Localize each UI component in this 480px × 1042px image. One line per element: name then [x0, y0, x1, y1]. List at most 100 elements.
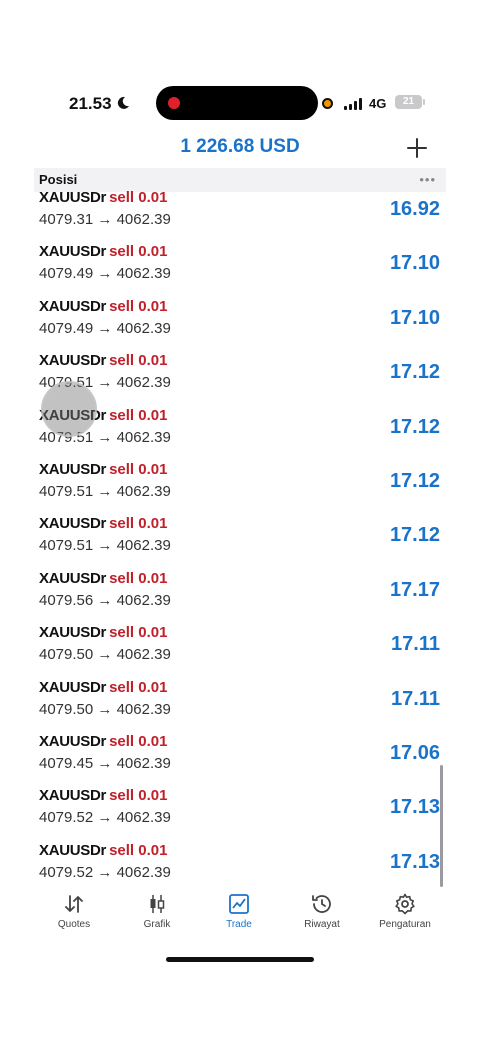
- arrow-icon: →: [97, 483, 113, 500]
- position-volume: 0.01: [138, 352, 168, 370]
- position-symbol: XAUUSDr: [39, 624, 107, 642]
- arrow-icon: →: [97, 319, 113, 337]
- more-dots-icon[interactable]: •••: [419, 172, 436, 187]
- position-side: sell: [109, 352, 135, 370]
- position-volume: 0.01: [138, 624, 168, 642]
- position-profit: 17.13: [389, 796, 440, 819]
- current-price: 4062.39: [116, 374, 171, 392]
- position-symbol: XAUUSDr: [39, 569, 107, 587]
- moon-icon: [117, 96, 129, 109]
- arrow-icon: →: [97, 265, 113, 283]
- position-title: XAUUSDr sell 0.01: [39, 733, 167, 750]
- position-prices: 4079.45 → 4062.39: [39, 755, 171, 772]
- position-symbol: XAUUSDr: [39, 733, 107, 750]
- arrow-icon: →: [97, 863, 113, 881]
- position-prices: 4079.52 → 4062.39: [39, 809, 171, 826]
- tab-quotes[interactable]: Quotes: [34, 892, 114, 930]
- current-price: 4062.39: [116, 537, 171, 555]
- current-price: 4062.39: [116, 428, 171, 446]
- position-prices: 4079.49 → 4062.39: [39, 320, 171, 337]
- open-price: 4079.49: [39, 265, 94, 283]
- quotes-arrows-icon: [65, 895, 83, 913]
- position-side: sell: [109, 515, 135, 533]
- tab-trade[interactable]: Trade: [199, 892, 279, 930]
- tab-pengaturan[interactable]: Pengaturan: [365, 892, 445, 930]
- current-price: 4062.39: [116, 646, 171, 664]
- position-row[interactable]: XAUUSDr sell 0.01 4079.52 → 4062.39 17.13: [0, 787, 480, 841]
- position-side: sell: [109, 678, 135, 696]
- position-volume: 0.01: [138, 787, 168, 805]
- position-title: XAUUSDr sell 0.01: [39, 298, 167, 315]
- arrow-icon: →: [97, 537, 113, 555]
- open-price: 4079.51: [39, 537, 94, 555]
- current-price: 4062.39: [116, 319, 171, 337]
- position-row[interactable]: XAUUSDr sell 0.01 4079.52 → 4062.39 17.13: [0, 842, 480, 885]
- position-profit: 17.12: [389, 361, 440, 384]
- open-price: 4079.31: [39, 211, 94, 228]
- tab-riwayat[interactable]: Riwayat: [282, 892, 362, 930]
- position-profit: 17.10: [389, 252, 440, 275]
- position-title: XAUUSDr sell 0.01: [39, 243, 167, 260]
- position-profit: 17.11: [391, 687, 440, 710]
- position-profit: 17.06: [389, 742, 440, 764]
- recording-dot-icon: [168, 97, 180, 109]
- position-side: sell: [109, 569, 135, 587]
- position-prices: 4079.50 → 4062.39: [39, 646, 171, 663]
- position-volume: 0.01: [138, 678, 168, 696]
- scrollbar[interactable]: [440, 765, 443, 887]
- position-prices: 4079.31 → 4062.39: [39, 211, 171, 228]
- open-price: 4079.50: [39, 700, 94, 718]
- position-volume: 0.01: [138, 733, 168, 750]
- arrow-icon: →: [97, 809, 113, 827]
- tab-label: Riwayat: [304, 919, 340, 930]
- arrow-icon: →: [97, 646, 113, 664]
- position-side: sell: [109, 461, 135, 478]
- candlestick-icon: [150, 895, 165, 913]
- history-clock-icon: [312, 895, 331, 913]
- position-symbol: XAUUSDr: [39, 515, 107, 533]
- position-prices: 4079.52 → 4062.39: [39, 864, 171, 881]
- position-profit: 17.12: [389, 415, 440, 438]
- position-title: XAUUSDr sell 0.01: [39, 515, 167, 532]
- positions-list[interactable]: XAUUSDr sell 0.01 4079.31 → 4062.39 16.92 XA…: [0, 189, 480, 885]
- battery-icon: 21: [395, 95, 422, 109]
- position-profit: 17.10: [389, 306, 440, 329]
- position-volume: 0.01: [138, 243, 168, 261]
- position-row[interactable]: XAUUSDr sell 0.01 4079.50 → 4062.39 17.11: [0, 624, 480, 678]
- open-price: 4079.56: [39, 591, 94, 609]
- current-price: 4062.39: [116, 755, 171, 772]
- position-volume: 0.01: [138, 189, 168, 206]
- position-volume: 0.01: [138, 406, 168, 424]
- arrow-icon: →: [97, 211, 113, 228]
- position-row[interactable]: XAUUSDr sell 0.01 4079.31 → 4062.39 16.92: [0, 189, 480, 243]
- position-profit: 17.12: [389, 524, 440, 547]
- position-row[interactable]: XAUUSDr sell 0.01 4079.56 → 4062.39 17.17: [0, 570, 480, 624]
- position-symbol: XAUUSDr: [39, 841, 107, 859]
- tab-grafik[interactable]: Grafik: [117, 892, 197, 930]
- position-row[interactable]: XAUUSDr sell 0.01 4079.49 → 4062.39 17.10: [0, 243, 480, 297]
- position-profit: 17.17: [389, 578, 440, 601]
- arrow-icon: →: [97, 700, 113, 718]
- position-row[interactable]: XAUUSDr sell 0.01 4079.51 → 4062.39 17.12: [0, 515, 480, 569]
- position-row[interactable]: XAUUSDr sell 0.01 4079.51 → 4062.39 17.12: [0, 461, 480, 515]
- position-row[interactable]: XAUUSDr sell 0.01 4079.50 → 4062.39 17.11: [0, 679, 480, 733]
- position-row[interactable]: XAUUSDr sell 0.01 4079.49 → 4062.39 17.10: [0, 298, 480, 352]
- position-title: XAUUSDr sell 0.01: [39, 624, 167, 641]
- home-indicator[interactable]: [166, 957, 314, 962]
- position-title: XAUUSDr sell 0.01: [39, 461, 167, 478]
- status-time: 21.53: [69, 94, 112, 113]
- current-price: 4062.39: [116, 809, 171, 827]
- position-symbol: XAUUSDr: [39, 297, 107, 315]
- position-row[interactable]: XAUUSDr sell 0.01 4079.45 → 4062.39 17.06: [0, 733, 480, 787]
- position-symbol: XAUUSDr: [39, 189, 107, 206]
- arrow-icon: →: [97, 428, 113, 446]
- current-price: 4062.39: [116, 265, 171, 283]
- position-symbol: XAUUSDr: [39, 243, 107, 261]
- plus-icon[interactable]: [405, 136, 429, 160]
- status-bar: 21.53 4G 21: [0, 86, 480, 122]
- arrow-icon: →: [97, 591, 113, 609]
- open-price: 4079.52: [39, 863, 94, 881]
- current-price: 4062.39: [116, 591, 171, 609]
- position-prices: 4079.49 → 4062.39: [39, 265, 171, 282]
- position-side: sell: [109, 189, 135, 206]
